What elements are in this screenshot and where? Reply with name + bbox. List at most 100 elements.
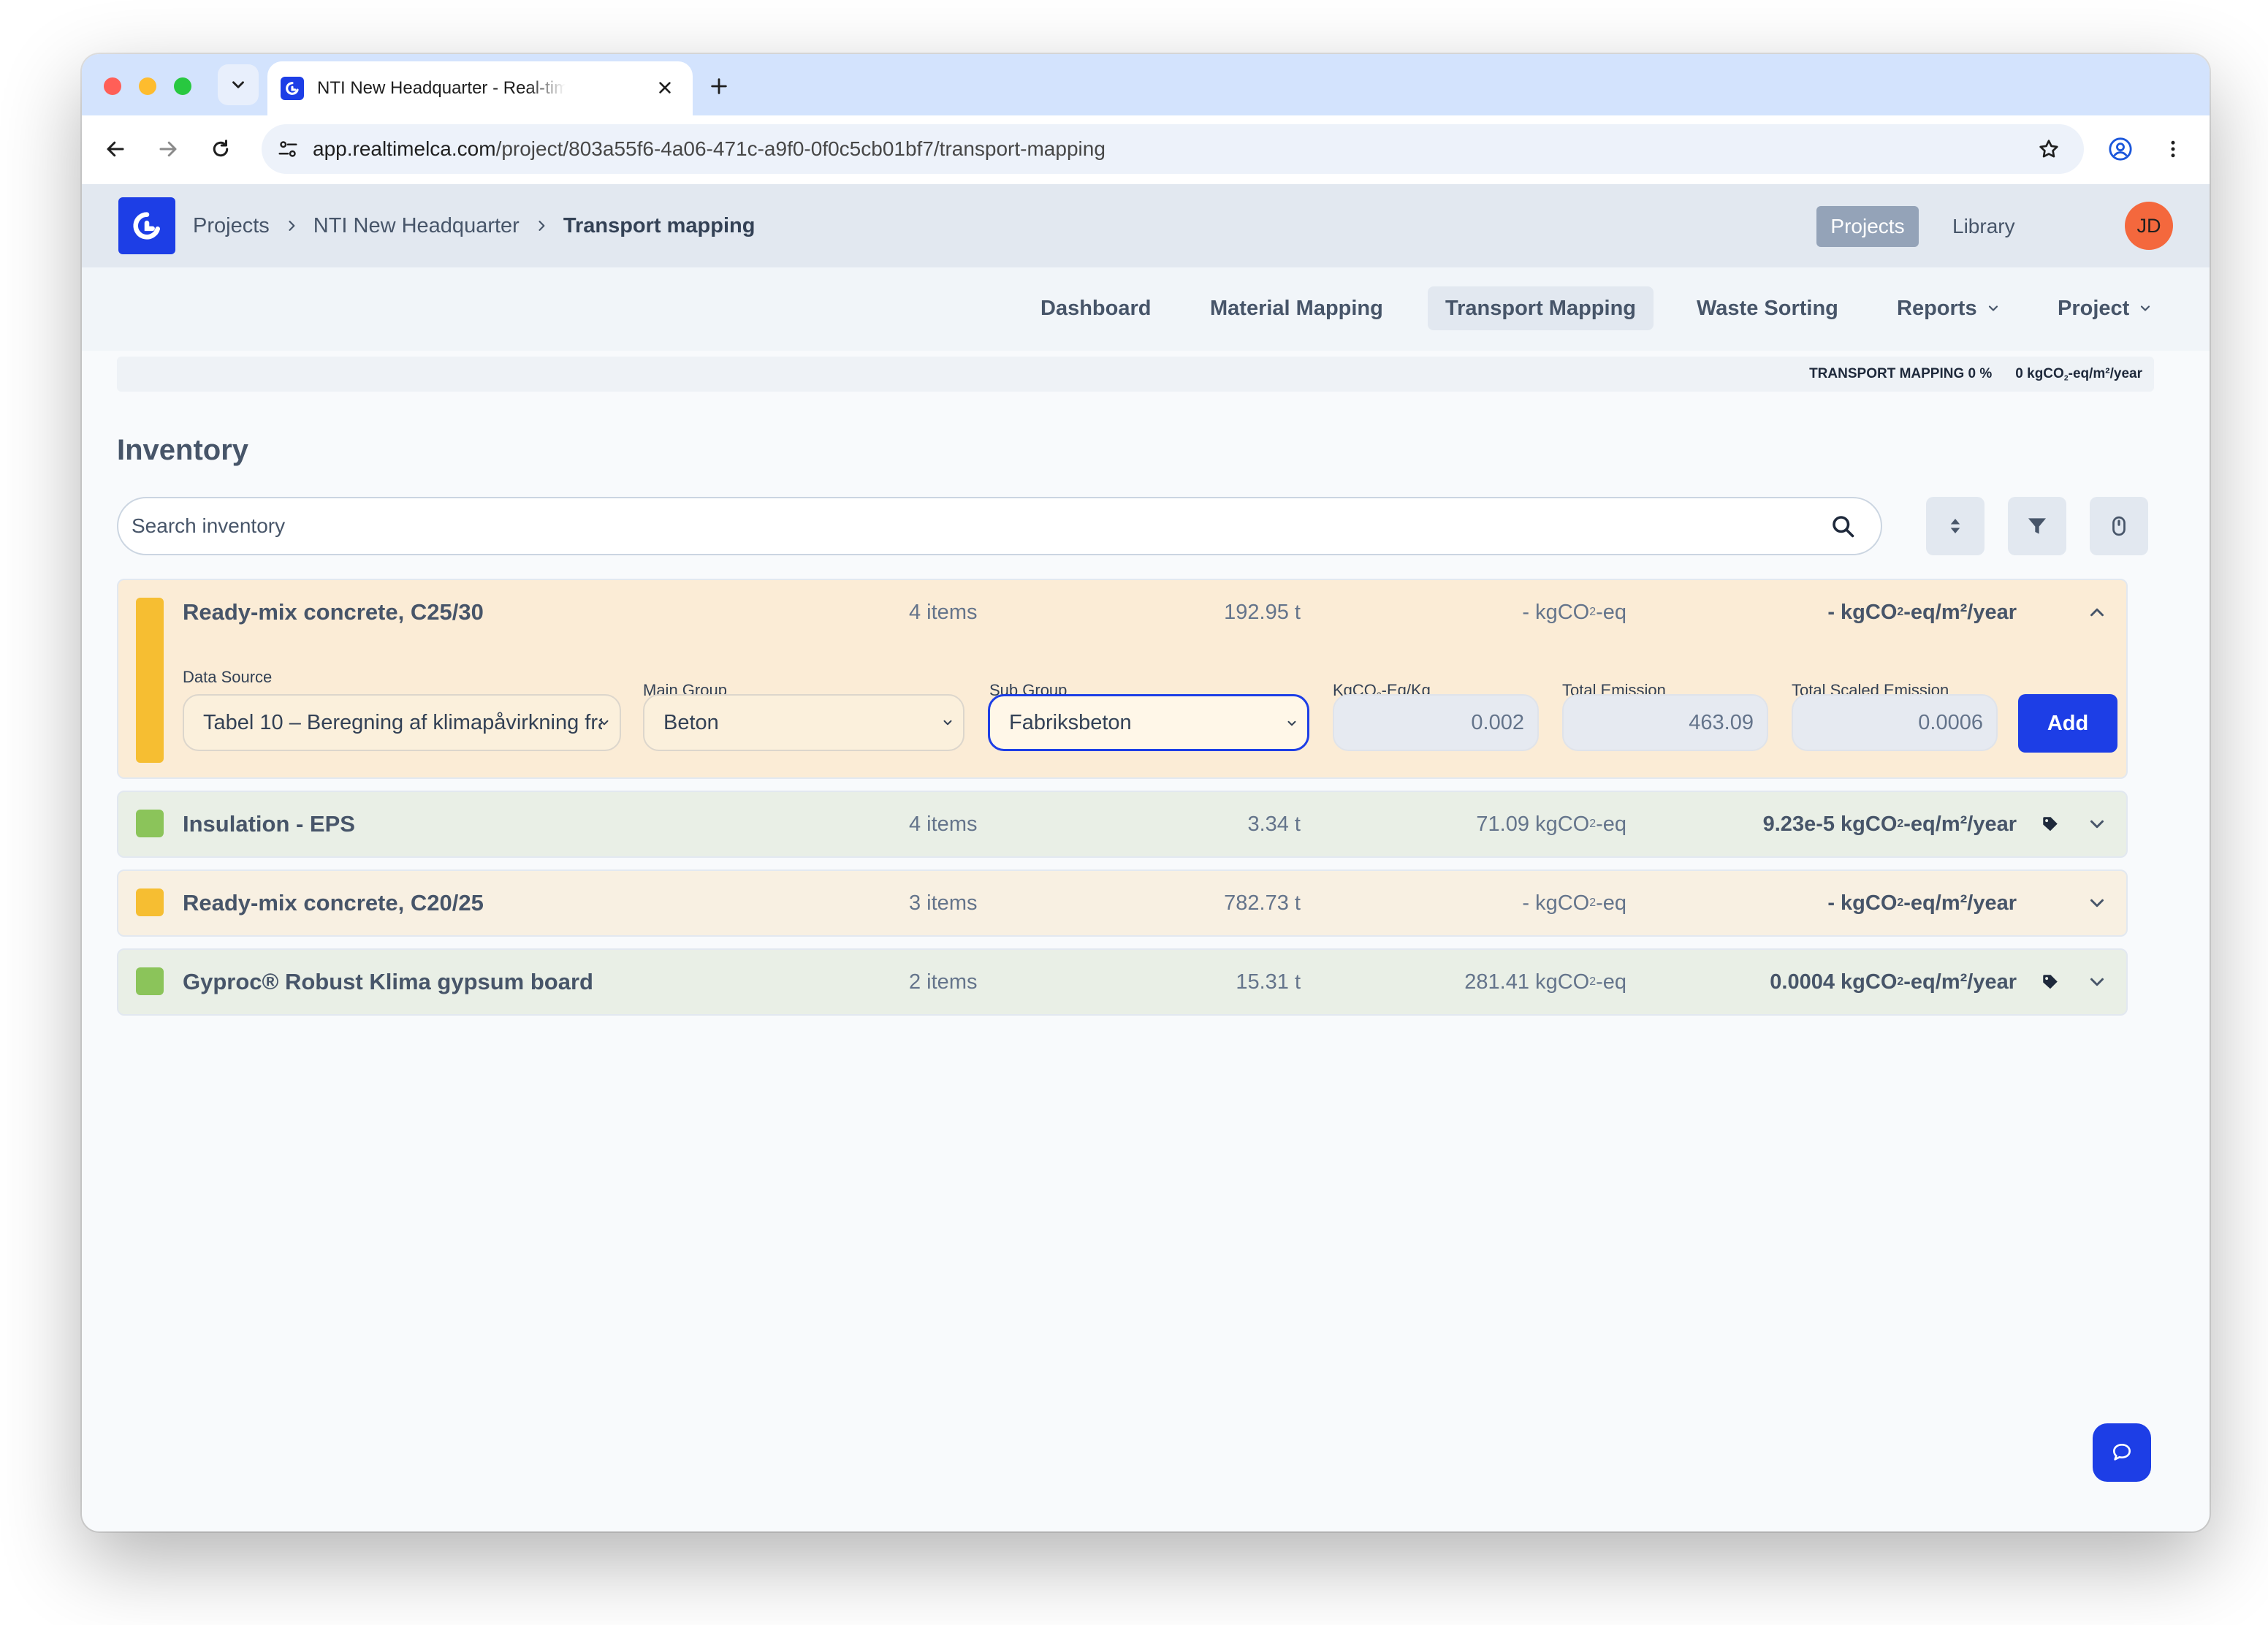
minimize-window-dot[interactable] xyxy=(139,77,156,95)
group-scaled-emission: 9.23e-5 kgCO 2 -eq/m²/year xyxy=(1763,792,2017,856)
star-icon[interactable] xyxy=(2034,134,2063,164)
group-name[interactable]: Ready-mix concrete, C25/30 xyxy=(183,580,484,644)
group-emission-value: - xyxy=(1522,600,1529,624)
close-window-dot[interactable] xyxy=(104,77,121,95)
co2-subscript: 2 xyxy=(1897,818,1904,830)
group-emission: - kgCO 2 -eq xyxy=(1522,580,1626,644)
group-emission: 281.41 kgCO 2 -eq xyxy=(1464,950,1626,1014)
inventory-group[interactable]: Ready-mix concrete, C20/25 3 items 782.7… xyxy=(117,869,2128,937)
tab-reports[interactable]: Reports xyxy=(1879,286,2018,330)
emission-unit-suffix: -eq xyxy=(1596,970,1626,994)
zoom-window-dot[interactable] xyxy=(174,77,191,95)
filter-button[interactable] xyxy=(2008,497,2066,555)
group-color-swatch xyxy=(136,888,164,916)
group-name[interactable]: Insulation - EPS xyxy=(183,792,355,856)
tab-transport-mapping[interactable]: Transport Mapping xyxy=(1428,286,1654,330)
emission-suffix: -eq/m²/year xyxy=(2068,365,2142,381)
co2-subscript: 2 xyxy=(1589,606,1597,618)
url-domain: app.realtimelca.com xyxy=(313,137,496,160)
co2-subscript: 2 xyxy=(1897,897,1904,909)
project-emission-summary: 0 kgCO2-eq/m²/year xyxy=(2015,366,2142,383)
select-mode-button[interactable] xyxy=(2090,497,2148,555)
group-item-count: 4 items xyxy=(909,600,978,624)
plus-icon[interactable] xyxy=(704,72,734,101)
address-bar[interactable]: app.realtimelca.com/project/803a55f6-4a0… xyxy=(262,124,2084,174)
breadcrumb-projects[interactable]: Projects xyxy=(193,214,270,238)
group-weight: 192.95 t xyxy=(1224,600,1301,624)
emission-factor-field[interactable]: 0.002 xyxy=(1333,694,1539,751)
scaled-unit: kgCO xyxy=(1841,812,1898,836)
emission-unit: kgCO xyxy=(1535,891,1590,915)
tab-waste-sorting[interactable]: Waste Sorting xyxy=(1679,286,1856,330)
breadcrumb-current: Transport mapping xyxy=(563,213,756,237)
data-source-select[interactable]: Tabel 10 – Beregning af klimapåvirkning … xyxy=(183,694,621,751)
emission-prefix: 0 kgCO xyxy=(2015,365,2064,381)
scaled-unit: kgCO xyxy=(1841,891,1898,915)
chevron-down-icon[interactable] xyxy=(2082,888,2112,918)
group-item-count: 3 items xyxy=(909,891,978,915)
forward-icon[interactable] xyxy=(151,132,186,167)
url-text: app.realtimelca.com/project/803a55f6-4a0… xyxy=(313,137,1106,161)
chevron-down-icon[interactable] xyxy=(2082,810,2112,839)
scaled-unit-suffix: -eq/m²/year xyxy=(1903,891,2017,915)
group-color-swatch xyxy=(136,810,164,837)
tab-material-mapping[interactable]: Material Mapping xyxy=(1192,286,1401,330)
group-scaled-value: - xyxy=(1827,600,1835,624)
close-icon[interactable] xyxy=(653,76,677,99)
chevron-up-icon[interactable] xyxy=(2082,598,2112,627)
app-header: Projects NTI New Headquarter Transport m… xyxy=(82,184,2210,267)
chevron-down-icon xyxy=(941,716,954,729)
chevron-right-icon xyxy=(284,218,299,233)
group-name[interactable]: Ready-mix concrete, C20/25 xyxy=(183,871,484,935)
tab-project-label: Project xyxy=(2058,296,2130,320)
main-group-select[interactable]: Beton xyxy=(643,694,964,751)
sub-group-select[interactable]: Fabriksbeton xyxy=(988,694,1309,751)
group-emission-value: - xyxy=(1522,891,1529,915)
library-link[interactable]: Library xyxy=(1952,206,2015,247)
browser-tab[interactable]: NTI New Headquarter - Real-time LCA xyxy=(267,61,693,115)
group-item-count: 2 items xyxy=(909,970,978,994)
search-icon[interactable] xyxy=(1828,511,1857,541)
group-scaled-emission: 0.0004 kgCO 2 -eq/m²/year xyxy=(1770,950,2017,1014)
more-vert-icon[interactable] xyxy=(2155,132,2191,167)
group-name[interactable]: Gyproc® Robust Klima gypsum board xyxy=(183,950,593,1014)
page-title: Inventory xyxy=(117,434,249,466)
app-logo-icon[interactable] xyxy=(118,197,175,254)
tab-search-button[interactable] xyxy=(218,64,259,105)
transport-mapping-progress: TRANSPORT MAPPING 0 % xyxy=(1809,366,1993,381)
tab-title: NTI New Headquarter - Real-time LCA xyxy=(317,78,566,98)
reload-icon[interactable] xyxy=(203,132,238,167)
chat-button[interactable] xyxy=(2093,1423,2151,1482)
tag-icon[interactable] xyxy=(2037,969,2063,995)
inventory-group[interactable]: Gyproc® Robust Klima gypsum board 2 item… xyxy=(117,948,2128,1016)
projects-button[interactable]: Projects xyxy=(1816,206,1919,247)
tab-strip: NTI New Headquarter - Real-time LCA xyxy=(82,54,2210,115)
app-favicon-icon xyxy=(281,77,304,100)
sort-button[interactable] xyxy=(1926,497,1984,555)
chevron-down-icon[interactable] xyxy=(2082,967,2112,997)
add-button[interactable]: Add xyxy=(2018,694,2117,753)
data-source-label: Data Source xyxy=(183,668,273,686)
avatar[interactable]: JD xyxy=(2125,202,2173,250)
inventory-group[interactable]: Insulation - EPS 4 items 3.34 t 71.09 kg… xyxy=(117,791,2128,858)
co2-subscript: 2 xyxy=(1589,975,1597,988)
total-scaled-field[interactable]: 0.0006 xyxy=(1792,694,1998,751)
back-icon[interactable] xyxy=(98,132,133,167)
inventory-group-expanded: Ready-mix concrete, C25/30 4 items 192.9… xyxy=(117,579,2128,779)
breadcrumb-project[interactable]: NTI New Headquarter xyxy=(313,214,520,238)
group-emission: 71.09 kgCO 2 -eq xyxy=(1476,792,1626,856)
group-scaled-value: - xyxy=(1827,891,1835,915)
tab-project[interactable]: Project xyxy=(2040,286,2170,330)
tune-icon[interactable] xyxy=(273,134,302,164)
total-emission-field[interactable]: 463.09 xyxy=(1562,694,1768,751)
chevron-down-icon xyxy=(2138,301,2153,316)
group-emission: - kgCO 2 -eq xyxy=(1522,871,1626,935)
chevron-down-icon xyxy=(598,716,611,729)
sub-group-value: Fabriksbeton xyxy=(1009,710,1132,734)
account-icon[interactable] xyxy=(2103,132,2138,167)
search-input[interactable] xyxy=(132,514,1812,538)
emission-unit-suffix: -eq xyxy=(1596,812,1626,836)
tab-dashboard[interactable]: Dashboard xyxy=(1023,286,1168,330)
tag-icon[interactable] xyxy=(2037,811,2063,837)
emission-unit-suffix: -eq xyxy=(1596,600,1626,624)
